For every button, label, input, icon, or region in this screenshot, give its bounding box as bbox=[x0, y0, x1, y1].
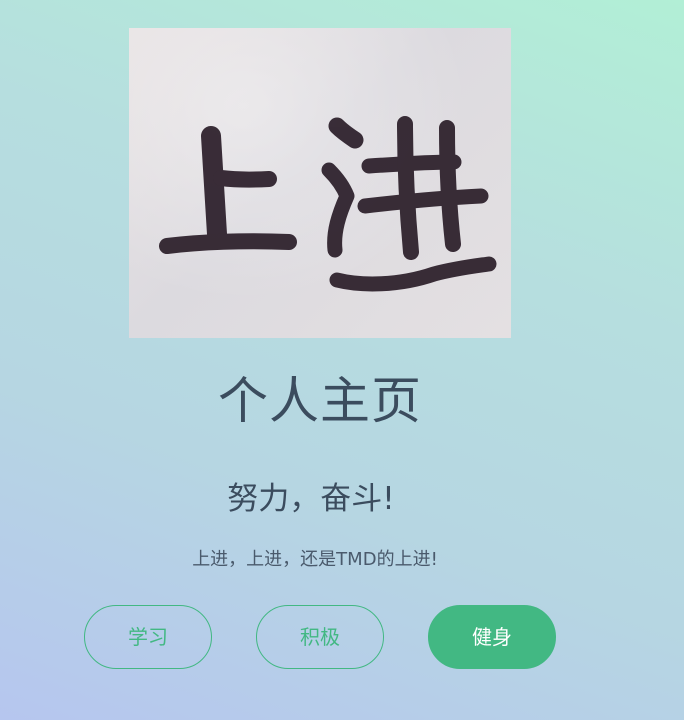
positive-button[interactable]: 积极 bbox=[256, 605, 384, 669]
fitness-button[interactable]: 健身 bbox=[428, 605, 556, 669]
hero-calligraphy-image: 上进 bbox=[129, 28, 511, 338]
page-title: 个人主页 bbox=[218, 372, 422, 430]
tagline: 上进，上进，还是TMD的上进! bbox=[192, 549, 438, 570]
calligraphy-drawing bbox=[159, 116, 497, 292]
study-button[interactable]: 学习 bbox=[84, 605, 212, 669]
subtitle: 努力，奋斗! bbox=[227, 481, 395, 517]
